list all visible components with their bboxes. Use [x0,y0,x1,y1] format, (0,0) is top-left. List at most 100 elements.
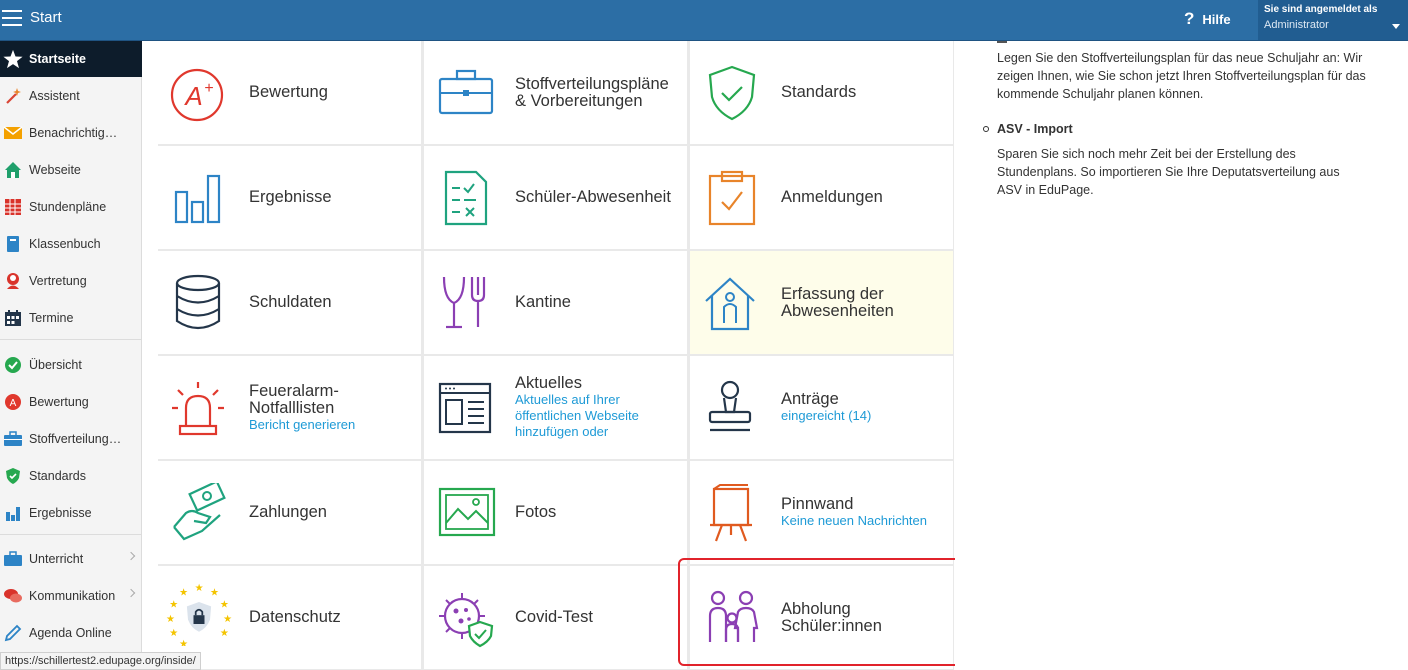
sidebar: Startseite Assistent Benachrichtigungen … [0,41,142,670]
hamburger-menu-icon[interactable] [2,9,22,27]
sidebar-item-agenda-online[interactable]: Agenda Online [0,615,142,651]
svg-text:★: ★ [179,587,188,598]
substitute-icon [3,271,23,291]
sidebar-item-stundenplaene[interactable]: Stundenpläne [0,189,142,225]
tile-aktuelles[interactable]: Aktuelles Aktuelles auf Ihrer öffentlich… [424,356,687,459]
tile-link[interactable]: Bericht generieren [249,417,417,433]
sidebar-item-label: Vertretung [29,274,87,288]
grade-a-plus-icon: A + [170,68,224,122]
sidebar-divider [0,339,142,340]
sidebar-item-unterricht[interactable]: Unterricht [0,541,142,577]
shield-check-icon [708,65,756,121]
sidebar-item-label: Startseite [29,52,86,66]
tile-title: Feueralarm-Notfalllisten [249,381,339,417]
check-circle-icon [3,355,23,375]
app-window: Start ? Hilfe Sie sind angemeldet als Ad… [0,0,1408,670]
svg-text:+: + [204,80,213,97]
magic-wand-icon [3,86,23,106]
sidebar-item-stoffverteilung[interactable]: Stoffverteilungspläne [0,421,142,457]
sidebar-item-ergebnisse[interactable]: Ergebnisse [0,495,142,531]
sidebar-item-label: Termine [29,311,74,325]
chevron-right-icon [126,551,136,561]
sidebar-item-uebersicht[interactable]: Übersicht [0,347,142,383]
tile-title: Anträge [781,390,839,408]
sidebar-item-bewertung[interactable]: A Bewertung [0,384,142,420]
checklist-icon [444,170,488,226]
tile-title: Datenschutz [249,608,341,626]
tile-title: Schüler-Abwesenheit [515,188,671,206]
tile-stoffverteilungsplaene[interactable]: Stoffverteilungspläne & Vorbereitungen [424,41,687,144]
virus-shield-icon [439,593,494,648]
sidebar-item-benachrichtigungen[interactable]: Benachrichtigungen [0,115,142,151]
svg-text:★: ★ [169,600,178,611]
money-hand-icon [173,483,226,541]
database-icon [175,274,221,330]
tile-schuldaten[interactable]: Schuldaten [158,251,421,354]
tile-zahlungen[interactable]: Zahlungen [158,461,421,564]
tile-link[interactable]: Aktuelles auf Ihrer öffentlichen Webseit… [515,392,683,440]
sidebar-item-kommunikation[interactable]: Kommunikation [0,578,142,614]
sidebar-item-label: Bewertung [29,395,89,409]
tile-feueralarm[interactable]: Feueralarm-Notfalllisten Bericht generie… [158,356,421,459]
tile-erfassung-abwesenheiten[interactable]: Erfassung der Abwesenheiten [690,251,953,354]
tile-anmeldungen[interactable]: Anmeldungen [690,146,953,249]
tile-title: Fotos [515,503,557,521]
tile-title: Aktuelles [515,374,582,392]
house-icon [3,160,23,180]
briefcase-icon [3,549,23,569]
caret-down-icon [1392,24,1400,29]
book-icon [3,234,23,254]
bar-chart-icon [3,503,23,523]
tile-title: Bewertung [249,83,328,101]
calendar-icon [3,308,23,328]
cut-off-heading [997,35,1007,43]
tile-title: Zahlungen [249,503,327,521]
chevron-right-icon [126,588,136,598]
info-panel: Legen Sie den Stoffverteilungsplan für d… [955,41,1408,670]
sidebar-item-label: Standards [29,469,86,483]
user-menu[interactable]: Sie sind angemeldet als Administrator [1258,0,1408,40]
sidebar-item-label: Übersicht [29,358,82,372]
tile-link[interactable]: Keine neuen Nachrichten [781,513,949,529]
timetable-icon [3,197,23,217]
svg-text:★: ★ [195,583,204,594]
tile-title: Covid-Test [515,608,593,626]
svg-text:★: ★ [223,614,232,625]
sidebar-item-label: Benachrichtigungen [29,126,124,140]
tile-link[interactable]: eingereicht (14) [781,408,949,424]
sidebar-divider [0,534,142,535]
svg-text:★: ★ [169,628,178,639]
question-mark-icon: ? [1184,9,1195,28]
tile-pinnwand[interactable]: Pinnwand Keine neuen Nachrichten [690,461,953,564]
grade-icon: A [3,392,23,412]
cutlery-icon [442,276,486,329]
sidebar-item-assistent[interactable]: Assistent [0,78,142,114]
info-bullet-title: ASV - Import [983,122,1073,136]
tile-title: Anmeldungen [781,188,883,206]
app-title[interactable]: Start [30,9,62,26]
sidebar-item-startseite[interactable]: Startseite [0,41,142,77]
tile-fotos[interactable]: Fotos [424,461,687,564]
tile-schueler-abwesenheit[interactable]: Schüler-Abwesenheit [424,146,687,249]
help-button[interactable]: ? Hilfe [1184,9,1231,29]
sidebar-item-webseite[interactable]: Webseite [0,152,142,188]
tile-title: Stoffverteilungspläne & Vorbereitungen [515,74,669,110]
svg-text:★: ★ [220,628,229,639]
svg-text:A: A [183,81,202,111]
tile-antraege[interactable]: Anträge eingereicht (14) [690,356,953,459]
tile-bewertung[interactable]: A + Bewertung [158,41,421,144]
sidebar-item-standards[interactable]: Standards [0,458,142,494]
svg-text:A: A [10,398,17,409]
sidebar-item-klassenbuch[interactable]: Klassenbuch [0,226,142,262]
sidebar-item-label: Unterricht [29,552,84,566]
alarm-siren-icon [172,382,224,436]
sidebar-item-label: Stundenpläne [29,200,107,214]
tile-ergebnisse[interactable]: Ergebnisse [158,146,421,249]
sidebar-item-vertretung[interactable]: Vertretung [0,263,142,299]
tile-standards[interactable]: Standards [690,41,953,144]
tile-title: Kantine [515,293,571,311]
highlight-frame [678,558,967,666]
tile-kantine[interactable]: Kantine [424,251,687,354]
sidebar-item-termine[interactable]: Termine [0,300,142,336]
tile-covid-test[interactable]: Covid-Test [424,566,687,669]
